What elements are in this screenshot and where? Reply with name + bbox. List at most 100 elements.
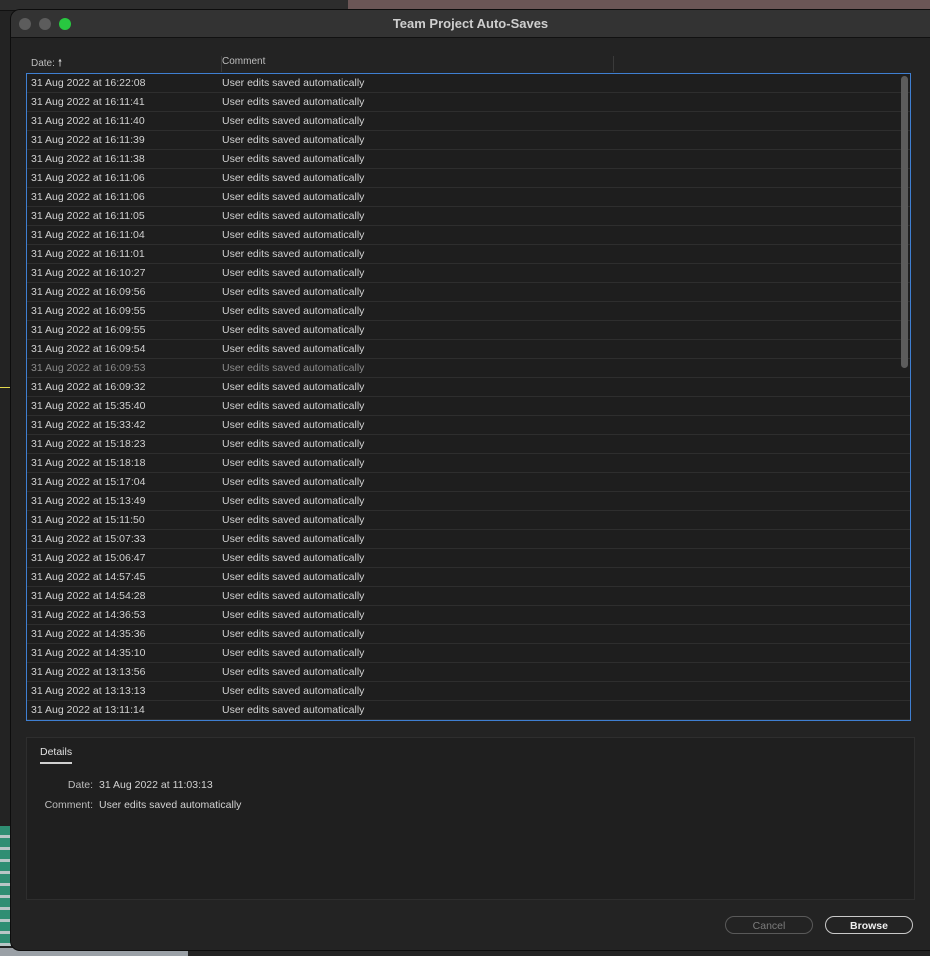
row-comment: User edits saved automatically xyxy=(222,609,365,621)
row-comment: User edits saved automatically xyxy=(222,552,365,564)
row-comment: User edits saved automatically xyxy=(222,153,365,165)
row-date: 31 Aug 2022 at 16:11:40 xyxy=(31,115,145,127)
table-row[interactable]: 31 Aug 2022 at 16:11:38 User edits saved … xyxy=(27,150,910,169)
column-header-date-label: Date: xyxy=(31,58,55,69)
row-comment: User edits saved automatically xyxy=(222,533,365,545)
table-row[interactable]: 31 Aug 2022 at 16:09:53 User edits saved … xyxy=(27,359,910,378)
row-date: 31 Aug 2022 at 14:35:10 xyxy=(31,647,146,659)
table-row[interactable]: 31 Aug 2022 at 15:17:04 User edits saved … xyxy=(27,473,910,492)
table-row[interactable]: 31 Aug 2022 at 16:10:27 User edits saved … xyxy=(27,264,910,283)
table-row[interactable]: 31 Aug 2022 at 15:07:33 User edits saved … xyxy=(27,530,910,549)
row-date: 31 Aug 2022 at 16:11:05 xyxy=(31,210,145,222)
row-comment: User edits saved automatically xyxy=(222,96,365,108)
autosave-list[interactable]: 31 Aug 2022 at 16:22:08 User edits saved … xyxy=(26,73,911,721)
row-comment: User edits saved automatically xyxy=(222,305,365,317)
table-row[interactable]: 31 Aug 2022 at 16:11:01 User edits saved … xyxy=(27,245,910,264)
table-row[interactable]: 31 Aug 2022 at 16:11:39 User edits saved … xyxy=(27,131,910,150)
column-header-comment[interactable]: Comment xyxy=(222,56,612,74)
row-comment: User edits saved automatically xyxy=(222,571,365,583)
row-date: 31 Aug 2022 at 16:11:41 xyxy=(31,96,145,108)
row-comment: User edits saved automatically xyxy=(222,647,365,659)
table-row[interactable]: 31 Aug 2022 at 14:35:36 User edits saved … xyxy=(27,625,910,644)
row-comment: User edits saved automatically xyxy=(222,134,365,146)
row-comment: User edits saved automatically xyxy=(222,476,365,488)
table-row[interactable]: 31 Aug 2022 at 16:11:06 User edits saved … xyxy=(27,169,910,188)
row-date: 31 Aug 2022 at 13:11:14 xyxy=(31,704,145,716)
table-row[interactable]: 31 Aug 2022 at 15:18:23 User edits saved … xyxy=(27,435,910,454)
row-date: 31 Aug 2022 at 16:09:32 xyxy=(31,381,146,393)
column-header-date[interactable]: Date: 🠕 xyxy=(31,56,221,74)
row-date: 31 Aug 2022 at 15:13:49 xyxy=(31,495,146,507)
row-comment: User edits saved automatically xyxy=(222,267,365,279)
detail-date-label: Date: xyxy=(67,779,93,791)
cancel-button[interactable]: Cancel xyxy=(725,916,813,934)
row-date: 31 Aug 2022 at 16:11:06 xyxy=(31,172,145,184)
row-date: 31 Aug 2022 at 16:11:38 xyxy=(31,153,145,165)
row-comment: User edits saved automatically xyxy=(222,457,365,469)
table-row[interactable]: 31 Aug 2022 at 15:13:49 User edits saved … xyxy=(27,492,910,511)
row-date: 31 Aug 2022 at 16:09:55 xyxy=(31,324,146,336)
table-row[interactable]: 31 Aug 2022 at 13:11:14 User edits saved … xyxy=(27,701,910,720)
table-row[interactable]: 31 Aug 2022 at 15:11:50 User edits saved … xyxy=(27,511,910,530)
detail-comment-label: Comment: xyxy=(44,799,93,811)
table-row[interactable]: 31 Aug 2022 at 16:22:08 User edits saved … xyxy=(27,74,910,93)
table-row[interactable]: 31 Aug 2022 at 16:11:40 User edits saved … xyxy=(27,112,910,131)
table-row[interactable]: 31 Aug 2022 at 16:11:04 User edits saved … xyxy=(27,226,910,245)
table-row[interactable]: 31 Aug 2022 at 14:57:45 User edits saved … xyxy=(27,568,910,587)
row-comment: User edits saved automatically xyxy=(222,115,365,127)
row-date: 31 Aug 2022 at 15:35:40 xyxy=(31,400,146,412)
row-comment: User edits saved automatically xyxy=(222,248,365,260)
column-header-comment-label: Comment xyxy=(222,56,266,67)
table-row[interactable]: 31 Aug 2022 at 14:54:28 User edits saved … xyxy=(27,587,910,606)
row-date: 31 Aug 2022 at 16:11:04 xyxy=(31,229,145,241)
row-comment: User edits saved automatically xyxy=(222,324,365,336)
row-comment: User edits saved automatically xyxy=(222,381,365,393)
row-comment: User edits saved automatically xyxy=(222,666,365,678)
row-date: 31 Aug 2022 at 14:35:36 xyxy=(31,628,146,640)
row-date: 31 Aug 2022 at 15:33:42 xyxy=(31,419,146,431)
table-row[interactable]: 31 Aug 2022 at 16:09:56 User edits saved … xyxy=(27,283,910,302)
row-comment: User edits saved automatically xyxy=(222,210,365,222)
row-date: 31 Aug 2022 at 15:17:04 xyxy=(31,476,146,488)
detail-comment-value: User edits saved automatically xyxy=(99,799,242,811)
table-row[interactable]: 31 Aug 2022 at 16:09:55 User edits saved … xyxy=(27,321,910,340)
table-row[interactable]: 31 Aug 2022 at 16:11:06 User edits saved … xyxy=(27,188,910,207)
row-comment: User edits saved automatically xyxy=(222,229,365,241)
table-row[interactable]: 31 Aug 2022 at 16:11:41 User edits saved … xyxy=(27,93,910,112)
row-date: 31 Aug 2022 at 15:06:47 xyxy=(31,552,146,564)
row-comment: User edits saved automatically xyxy=(222,286,365,298)
table-row[interactable]: 31 Aug 2022 at 15:18:18 User edits saved … xyxy=(27,454,910,473)
row-date: 31 Aug 2022 at 16:11:06 xyxy=(31,191,145,203)
table-row[interactable]: 31 Aug 2022 at 15:06:47 User edits saved … xyxy=(27,549,910,568)
row-comment: User edits saved automatically xyxy=(222,438,365,450)
auto-saves-dialog: Team Project Auto-Saves Date: 🠕 Comment 3… xyxy=(11,10,930,950)
row-date: 31 Aug 2022 at 14:36:53 xyxy=(31,609,146,621)
list-scrollbar[interactable] xyxy=(901,76,908,368)
row-date: 31 Aug 2022 at 16:09:54 xyxy=(31,343,146,355)
title-bar: Team Project Auto-Saves xyxy=(11,10,930,38)
row-date: 31 Aug 2022 at 16:22:08 xyxy=(31,77,146,89)
row-comment: User edits saved automatically xyxy=(222,172,365,184)
table-row[interactable]: 31 Aug 2022 at 15:35:40 User edits saved … xyxy=(27,397,910,416)
row-comment: User edits saved automatically xyxy=(222,362,365,374)
table-row[interactable]: 31 Aug 2022 at 16:09:54 User edits saved … xyxy=(27,340,910,359)
tab-details[interactable]: Details xyxy=(40,746,73,764)
table-row[interactable]: 31 Aug 2022 at 16:09:55 User edits saved … xyxy=(27,302,910,321)
row-comment: User edits saved automatically xyxy=(222,704,365,716)
browse-button[interactable]: Browse xyxy=(825,916,913,934)
table-row[interactable]: 31 Aug 2022 at 13:13:13 User edits saved … xyxy=(27,682,910,701)
column-divider[interactable] xyxy=(613,56,614,72)
table-row[interactable]: 31 Aug 2022 at 13:13:56 User edits saved … xyxy=(27,663,910,682)
table-row[interactable]: 31 Aug 2022 at 14:35:10 User edits saved … xyxy=(27,644,910,663)
row-comment: User edits saved automatically xyxy=(222,495,365,507)
row-date: 31 Aug 2022 at 15:11:50 xyxy=(31,514,145,526)
row-date: 31 Aug 2022 at 14:54:28 xyxy=(31,590,146,602)
table-row[interactable]: 31 Aug 2022 at 16:09:32 User edits saved … xyxy=(27,378,910,397)
row-date: 31 Aug 2022 at 15:07:33 xyxy=(31,533,146,545)
table-row[interactable]: 31 Aug 2022 at 16:11:05 User edits saved … xyxy=(27,207,910,226)
row-comment: User edits saved automatically xyxy=(222,628,365,640)
background-timeline-clips xyxy=(0,826,11,946)
table-row[interactable]: 31 Aug 2022 at 14:36:53 User edits saved … xyxy=(27,606,910,625)
window-title: Team Project Auto-Saves xyxy=(392,16,549,31)
table-row[interactable]: 31 Aug 2022 at 15:33:42 User edits saved … xyxy=(27,416,910,435)
